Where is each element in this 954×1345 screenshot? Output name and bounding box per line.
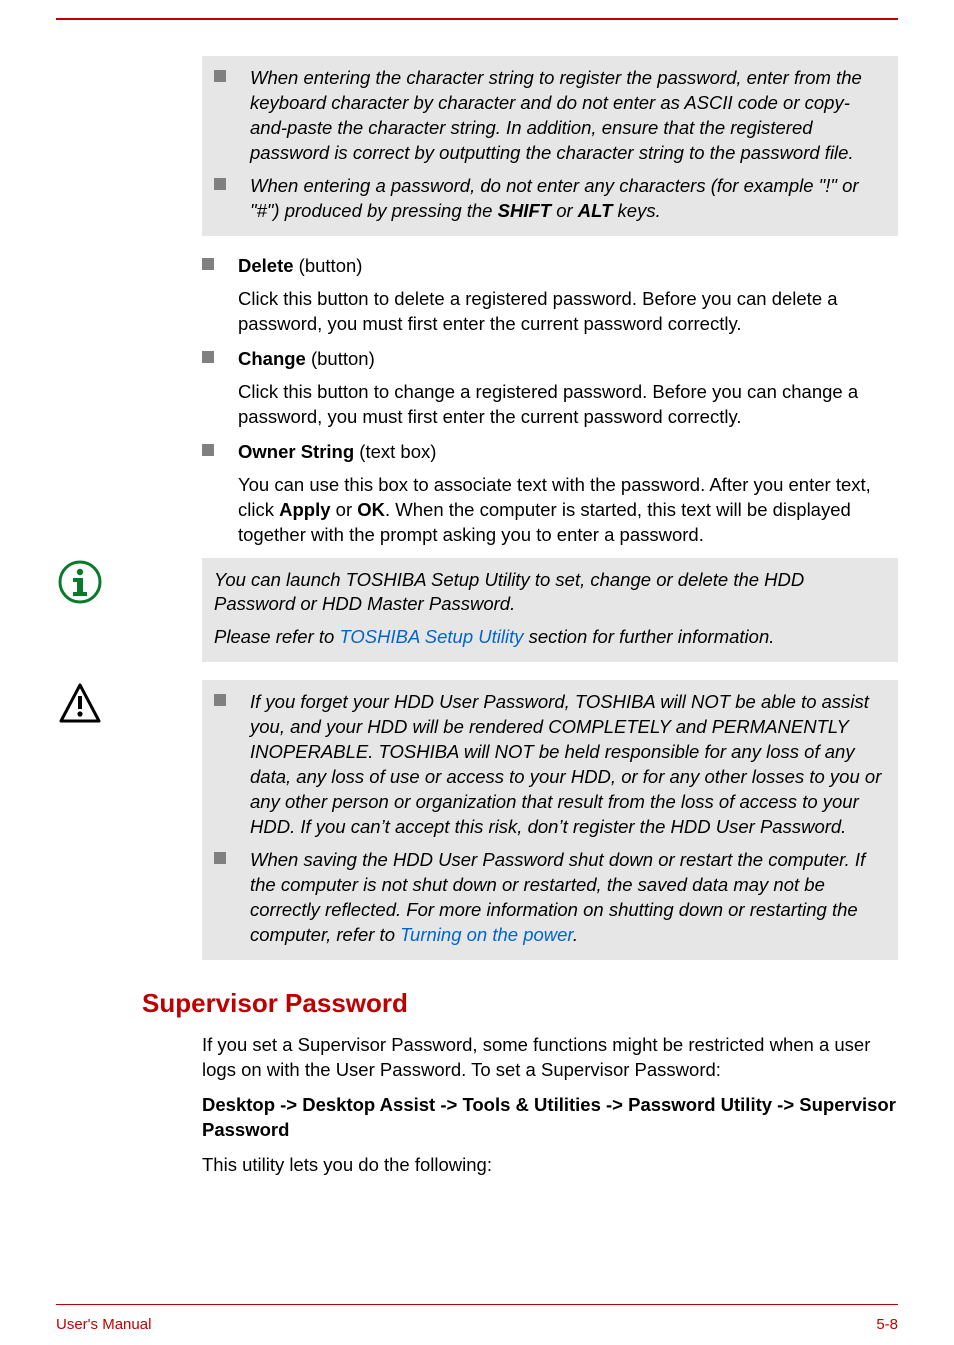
label-rest: (text box) <box>354 441 436 462</box>
definition-list: Delete (button) Click this button to del… <box>202 254 898 548</box>
item-label: Delete (button) <box>238 254 362 279</box>
label-rest: (button) <box>306 348 375 369</box>
section-paragraph: This utility lets you do the following: <box>202 1153 898 1178</box>
list-item-change: Change (button) <box>202 347 898 372</box>
square-bullet-icon <box>202 444 214 456</box>
text-fragment: . <box>573 924 578 945</box>
warning-item: If you forget your HDD User Password, TO… <box>214 690 886 840</box>
info-icon-cell <box>56 558 202 609</box>
item-label: Owner String (text box) <box>238 440 436 465</box>
info-icon <box>58 560 102 604</box>
text-fragment: or <box>331 499 358 520</box>
label-bold: Change <box>238 348 306 369</box>
text-fragment: or <box>551 200 578 221</box>
item-description: Click this button to delete a registered… <box>238 287 898 337</box>
warning-icon <box>58 682 102 726</box>
note-box-password-entry: When entering the character string to re… <box>202 56 898 236</box>
footer-left: User's Manual <box>56 1316 151 1333</box>
button-name: Apply <box>279 499 330 520</box>
cross-ref-link[interactable]: Turning on the power <box>400 924 573 945</box>
note-text: When entering a password, do not enter a… <box>250 174 886 224</box>
key-name: ALT <box>578 200 613 221</box>
note-text: When entering the character string to re… <box>250 66 886 166</box>
list-item-owner-string: Owner String (text box) <box>202 440 898 465</box>
section-heading-supervisor-password: Supervisor Password <box>142 988 898 1019</box>
text-fragment: section for further information. <box>524 626 775 647</box>
square-bullet-icon <box>202 351 214 363</box>
item-label: Change (button) <box>238 347 375 372</box>
info-line: You can launch TOSHIBA Setup Utility to … <box>214 568 886 618</box>
content-column: When entering the character string to re… <box>202 56 898 1178</box>
warning-note-body: If you forget your HDD User Password, TO… <box>202 680 898 960</box>
page-footer: User's Manual 5-8 <box>56 1316 898 1333</box>
square-bullet-icon <box>214 178 226 190</box>
text-fragment: keys. <box>612 200 660 221</box>
page: When entering the character string to re… <box>0 0 954 1345</box>
square-bullet-icon <box>214 70 226 82</box>
cross-ref-link[interactable]: TOSHIBA Setup Utility <box>339 626 523 647</box>
text-fragment: Please refer to <box>214 626 339 647</box>
label-bold: Owner String <box>238 441 354 462</box>
footer-page-number: 5-8 <box>876 1316 898 1333</box>
header-rule <box>56 18 898 20</box>
list-item-delete: Delete (button) <box>202 254 898 279</box>
footer-rule <box>56 1304 898 1306</box>
square-bullet-icon <box>214 852 226 864</box>
label-rest: (button) <box>294 255 363 276</box>
label-bold: Delete <box>238 255 294 276</box>
warning-text: When saving the HDD User Password shut d… <box>250 848 886 948</box>
item-description: Click this button to change a registered… <box>238 380 898 430</box>
square-bullet-icon <box>214 694 226 706</box>
note-item: When entering the character string to re… <box>214 66 886 166</box>
item-description: You can use this box to associate text w… <box>238 473 898 548</box>
info-note-block: You can launch TOSHIBA Setup Utility to … <box>56 558 898 663</box>
key-name: SHIFT <box>498 200 551 221</box>
navigation-path: Desktop -> Desktop Assist -> Tools & Uti… <box>202 1093 898 1143</box>
square-bullet-icon <box>202 258 214 270</box>
warning-note-block: If you forget your HDD User Password, TO… <box>56 680 898 960</box>
note-item: When entering a password, do not enter a… <box>214 174 886 224</box>
info-note-body: You can launch TOSHIBA Setup Utility to … <box>202 558 898 663</box>
info-line: Please refer to TOSHIBA Setup Utility se… <box>214 625 886 650</box>
warning-text: If you forget your HDD User Password, TO… <box>250 690 886 840</box>
warning-icon-cell <box>56 680 202 731</box>
section-paragraph: If you set a Supervisor Password, some f… <box>202 1033 898 1083</box>
button-name: OK <box>357 499 385 520</box>
warning-item: When saving the HDD User Password shut d… <box>214 848 886 948</box>
